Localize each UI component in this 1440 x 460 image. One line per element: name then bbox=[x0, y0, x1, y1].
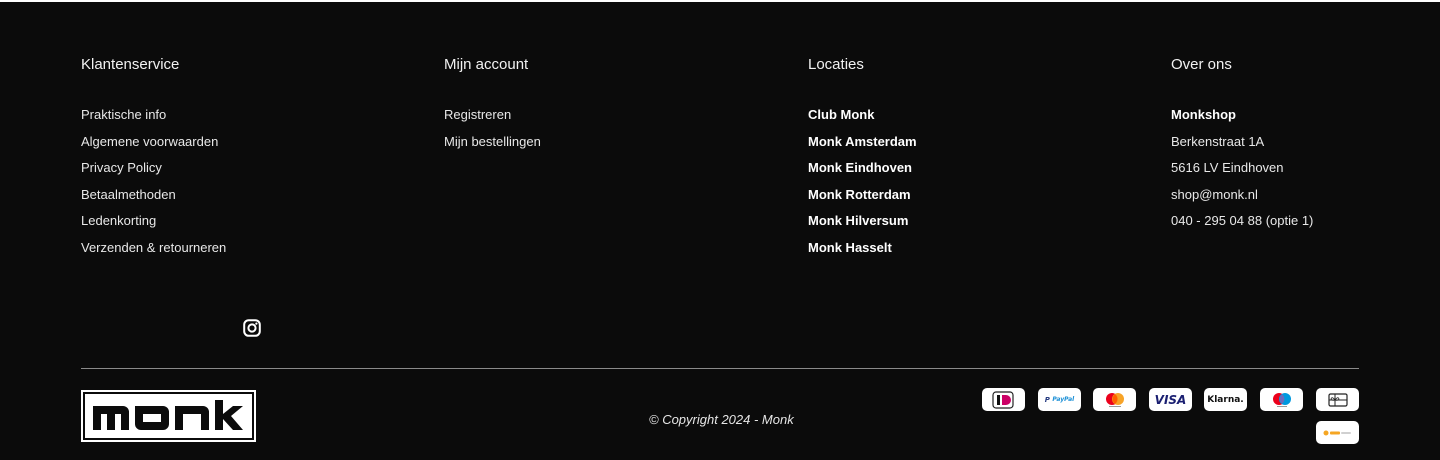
klarna-icon: Klarna. bbox=[1204, 388, 1247, 411]
copyright-text: © Copyright 2024 - Monk bbox=[649, 412, 794, 427]
link-algemene-voorwaarden[interactable]: Algemene voorwaarden bbox=[81, 134, 218, 149]
link-monk-hilversum[interactable]: Monk Hilversum bbox=[808, 213, 908, 228]
maestro-icon bbox=[1260, 388, 1303, 411]
link-verzenden-retourneren[interactable]: Verzenden & retourneren bbox=[81, 240, 226, 255]
column-locaties: Locaties Club Monk Monk Amsterdam Monk E… bbox=[808, 56, 1108, 261]
ideal-icon bbox=[982, 388, 1025, 411]
paypal-icon: P PayPal bbox=[1038, 388, 1081, 411]
klarna-label: Klarna. bbox=[1207, 394, 1244, 405]
link-ledenkorting[interactable]: Ledenkorting bbox=[81, 213, 156, 228]
column-title: Locaties bbox=[808, 56, 864, 73]
bancontact-icon bbox=[1316, 421, 1359, 444]
column-mijn-account: Mijn account Registreren Mijn bestelling… bbox=[444, 56, 744, 155]
instagram-icon[interactable] bbox=[243, 319, 261, 337]
address-street: Berkenstraat 1A bbox=[1171, 133, 1265, 149]
mastercard-icon bbox=[1093, 388, 1136, 411]
company-name: Monkshop bbox=[1171, 107, 1236, 122]
monk-logo[interactable]: monk bbox=[81, 390, 256, 442]
link-registreren[interactable]: Registreren bbox=[444, 107, 511, 122]
paypal-label: PayPal bbox=[1052, 396, 1075, 403]
link-mijn-bestellingen[interactable]: Mijn bestellingen bbox=[444, 134, 541, 149]
link-monk-rotterdam[interactable]: Monk Rotterdam bbox=[808, 187, 911, 202]
address-postal: 5616 LV Eindhoven bbox=[1171, 160, 1284, 175]
link-monk-hasselt[interactable]: Monk Hasselt bbox=[808, 240, 892, 255]
email-link[interactable]: shop@monk.nl bbox=[1171, 187, 1258, 202]
site-footer: Klantenservice Praktische info Algemene … bbox=[0, 0, 1440, 460]
link-club-monk[interactable]: Club Monk bbox=[808, 107, 874, 122]
link-monk-amsterdam[interactable]: Monk Amsterdam bbox=[808, 134, 917, 149]
visa-label: VISA bbox=[1154, 392, 1187, 407]
column-title: Over ons bbox=[1171, 56, 1232, 73]
footer-divider bbox=[81, 368, 1359, 369]
column-over-ons: Over ons Monkshop Berkenstraat 1A 5616 L… bbox=[1171, 56, 1440, 235]
phone-link[interactable]: 040 - 295 04 88 (optie 1) bbox=[1171, 213, 1313, 228]
column-title: Klantenservice bbox=[81, 56, 180, 73]
column-title: Mijn account bbox=[444, 56, 529, 73]
link-monk-eindhoven[interactable]: Monk Eindhoven bbox=[808, 160, 912, 175]
link-praktische-info[interactable]: Praktische info bbox=[81, 107, 166, 122]
link-privacy-policy[interactable]: Privacy Policy bbox=[81, 160, 162, 175]
column-klantenservice: Klantenservice Praktische info Algemene … bbox=[81, 56, 381, 261]
giftcard-icon bbox=[1316, 388, 1359, 411]
link-betaalmethoden[interactable]: Betaalmethoden bbox=[81, 187, 176, 202]
visa-icon: VISA bbox=[1149, 388, 1192, 411]
